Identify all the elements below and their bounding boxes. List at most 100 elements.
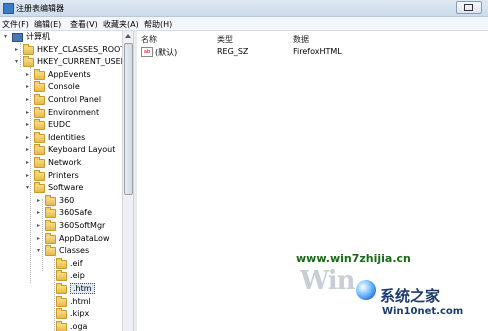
folder-icon — [34, 131, 45, 143]
regedit-app-icon — [3, 3, 14, 14]
menu-favorites[interactable]: 收藏夹(A) — [103, 19, 139, 30]
menu-help[interactable]: 帮助(H) — [144, 19, 172, 30]
folder-icon — [56, 283, 67, 294]
tree-node-label: 360SoftMgr — [59, 221, 106, 230]
tree-node[interactable]: ▸ Network — [26, 157, 81, 169]
tree-node-label: .eip — [70, 271, 85, 281]
tree-scrollbar[interactable] — [122, 31, 133, 331]
column-header-name[interactable]: 名称 — [141, 34, 157, 45]
folder-icon — [34, 68, 45, 80]
folder-icon — [45, 232, 56, 244]
column-header-type[interactable]: 类型 — [217, 34, 233, 45]
tree-node[interactable]: .kipx — [48, 308, 89, 320]
expand-arrow-icon[interactable]: ▸ — [37, 220, 44, 232]
expand-arrow-icon[interactable]: ▸ — [37, 195, 44, 207]
expand-arrow-icon[interactable]: ▸ — [26, 157, 33, 169]
expand-arrow-icon[interactable]: ▸ — [26, 119, 33, 131]
folder-icon — [34, 157, 45, 168]
tree-node[interactable]: ▸ Environment — [26, 106, 100, 119]
tree-node-label: AppDataLow — [59, 233, 110, 243]
tree-node[interactable]: .oga — [48, 320, 88, 331]
tree-node-label: EUDC — [48, 120, 71, 130]
menu-edit[interactable]: 编辑(E) — [34, 19, 61, 30]
tree-node-label: Environment — [48, 107, 100, 117]
tree-node[interactable]: .htm — [48, 283, 95, 295]
tree-node[interactable]: .html — [48, 295, 91, 308]
restore-button[interactable] — [456, 1, 482, 14]
tree-node[interactable]: ▾ Software — [26, 182, 83, 194]
tree-node[interactable]: ▸ EUDC — [26, 119, 71, 131]
tree-node[interactable]: .eip — [48, 270, 85, 282]
value-name: (默认) — [155, 48, 178, 57]
tree-node[interactable]: ▸ Control Panel — [26, 94, 101, 106]
folder-icon — [23, 56, 34, 68]
tree-node-label: Console — [48, 82, 80, 92]
watermark-site-name: 系统之家 — [380, 287, 441, 305]
value-type: REG_SZ — [217, 47, 249, 56]
expand-arrow-icon[interactable]: ▸ — [37, 233, 44, 245]
expand-arrow-icon[interactable]: ▸ — [26, 69, 33, 81]
tree-node[interactable]: ▸ AppEvents — [26, 68, 91, 81]
title-bar: 注册表编辑器 — [0, 0, 488, 17]
folder-icon — [56, 270, 67, 282]
tree-node[interactable]: ▸ Identities — [26, 131, 85, 144]
watermark-url: www.win7zhijia.cn — [296, 252, 411, 265]
folder-icon — [45, 194, 56, 206]
expand-arrow-icon[interactable]: ▸ — [26, 132, 33, 144]
folder-icon — [45, 220, 56, 231]
tree-node[interactable]: ▸ Console — [26, 81, 80, 93]
tree-node-label: Classes — [59, 246, 90, 256]
expand-arrow-icon[interactable]: ▸ — [37, 207, 44, 219]
registry-tree[interactable]: ▾ 计算机 ▸ HKEY_CLASSES_ROOT ▾ HKEY_CURRENT_USER… — [0, 31, 122, 331]
expand-arrow-icon[interactable]: ▸ — [26, 107, 33, 119]
scroll-up-arrow-icon[interactable] — [125, 34, 131, 38]
expand-arrow-icon[interactable]: ▸ — [26, 144, 33, 156]
tree-node[interactable]: ▸ 360 — [37, 194, 75, 207]
scroll-thumb[interactable] — [124, 43, 133, 195]
expand-arrow-icon[interactable]: ▸ — [26, 94, 33, 106]
expand-arrow-icon[interactable]: ▸ — [26, 81, 33, 93]
watermark: www.win7zhijia.cn Win 系统之家 Win10net.com — [296, 240, 488, 331]
tree-node[interactable]: ▸ Printers — [26, 169, 79, 182]
tree-node-label: Printers — [48, 170, 79, 180]
watermark-globe-icon — [356, 280, 376, 300]
collapse-arrow-icon[interactable]: ▾ — [37, 245, 44, 257]
tree-node[interactable]: ▾ 计算机 — [4, 31, 50, 43]
folder-icon — [56, 320, 67, 331]
tree-node[interactable]: .eif — [48, 257, 83, 270]
tree-node-label: 360Safe — [59, 208, 92, 218]
tree-node[interactable]: ▾ HKEY_CURRENT_USER — [15, 56, 122, 68]
window-title: 注册表编辑器 — [16, 4, 64, 13]
value-data: FirefoxHTML — [293, 47, 342, 56]
tree-node[interactable]: ▾ Classes — [37, 245, 89, 257]
tree-node[interactable]: ▸ Keyboard Layout — [26, 144, 115, 156]
tree-node[interactable]: ▸ HKEY_CLASSES_ROOT — [15, 43, 122, 56]
collapse-arrow-icon[interactable]: ▾ — [26, 182, 33, 194]
tree-node-label: Keyboard Layout — [48, 145, 116, 155]
tree-node-label: AppEvents — [48, 69, 91, 79]
folder-icon — [34, 169, 45, 181]
tree-node-label: Software — [48, 183, 84, 193]
value-name-cell[interactable]: ab (默认) — [141, 47, 177, 58]
folder-icon — [34, 106, 45, 118]
tree-node-label: Control Panel — [48, 95, 102, 104]
computer-icon — [12, 33, 23, 42]
string-value-icon: ab — [141, 47, 153, 57]
collapse-arrow-icon[interactable]: ▾ — [15, 56, 22, 68]
menu-view[interactable]: 查看(V) — [70, 19, 98, 30]
tree-node-label: .htm — [70, 283, 95, 294]
folder-icon — [56, 257, 67, 269]
menu-file[interactable]: 文件(F) — [2, 19, 29, 30]
tree-node-label: 360 — [59, 195, 75, 205]
folder-icon — [23, 43, 34, 55]
tree-node[interactable]: ▸ AppDataLow — [37, 232, 110, 245]
collapse-arrow-icon[interactable]: ▾ — [4, 31, 11, 43]
tree-node[interactable]: ▸ 360SoftMgr — [37, 220, 105, 232]
tree-node-label: .oga — [70, 321, 88, 331]
expand-arrow-icon[interactable]: ▸ — [26, 170, 33, 182]
folder-icon — [34, 144, 45, 156]
column-header-data[interactable]: 数据 — [293, 34, 309, 45]
tree-node[interactable]: ▸ 360Safe — [37, 207, 92, 219]
folder-icon — [45, 245, 56, 257]
expand-arrow-icon[interactable]: ▸ — [15, 44, 22, 56]
